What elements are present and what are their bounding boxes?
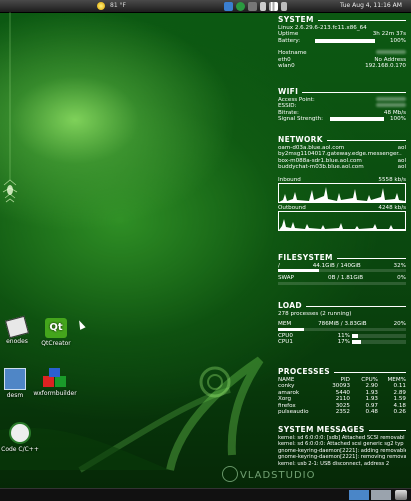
signal-bar xyxy=(329,117,384,122)
processes-section: PROCESSES NAME PID CPU% MEM% conky 30093 2… xyxy=(278,368,406,415)
redacted-value xyxy=(376,103,406,108)
wifi-section: WIFI Access Point: ESSID: Bitrate: 48 Mb/… xyxy=(278,88,406,123)
cpu1-bar xyxy=(352,340,406,345)
network-section: NETWORK oam-d03a.blue.aol.com aol by2msg1… xyxy=(278,136,406,232)
process-cell: 2352 xyxy=(335,408,350,415)
vladstudio-logo-icon xyxy=(222,466,238,482)
redacted-value xyxy=(376,97,406,101)
section-title: FILESYSTEM xyxy=(278,254,406,263)
cpu1-row: CPU1 17% xyxy=(278,339,406,345)
section-title: LOAD xyxy=(278,302,406,311)
system-message-line: kernel: usb 2-1: USB disconnect, address… xyxy=(278,460,390,467)
desktop-icon-label: Code C/C++ xyxy=(1,446,39,453)
filesystem-section: FILESYSTEM /44.1GiB / 140GiB 32% SWAP 0B /… xyxy=(278,254,406,285)
desktop-icon-desm[interactable]: desm xyxy=(0,368,30,399)
battery-bar xyxy=(315,38,376,43)
workspace-1-button[interactable] xyxy=(349,490,369,500)
section-title: PROCESSES xyxy=(278,368,406,377)
bottom-panel xyxy=(0,488,411,501)
desktop-icon-wxformbuilder[interactable]: wxformbuilder xyxy=(30,368,80,397)
signal-row: Signal Strength: 100% xyxy=(278,116,406,123)
desktop-icon-label: desm xyxy=(6,392,24,399)
redacted-value xyxy=(376,50,406,55)
cpu0-bar xyxy=(352,333,406,338)
section-title: WIFI xyxy=(278,88,406,97)
process-row: pulseaudio 2352 0.48 0.26 xyxy=(278,409,406,415)
load-section: LOAD 278 processes (2 running) MEM 786MiB… xyxy=(278,302,406,346)
desktop-icon-label: QtCreator xyxy=(41,340,71,347)
qt-logo-icon: Qt xyxy=(45,318,67,338)
system-messages-section: SYSTEM MESSAGES kernel: sd 6:0:0:0: [sdb… xyxy=(278,426,406,467)
workspace-2-button[interactable] xyxy=(371,490,391,500)
swap-bar xyxy=(278,281,406,285)
desktop-icon-enodes[interactable]: enodes xyxy=(0,315,34,345)
section-title: NETWORK xyxy=(278,136,406,145)
code-editor-icon xyxy=(9,422,31,444)
conky-panel: SYSTEM Linux 2.6.29.6-213.fc11.x86_64 Up… xyxy=(278,12,408,488)
document-icon xyxy=(5,315,29,339)
process-cell: pulseaudio xyxy=(278,408,309,415)
process-cell: 0.26 xyxy=(393,408,406,415)
section-title: SYSTEM MESSAGES xyxy=(278,426,406,435)
outbound-graph xyxy=(278,211,406,232)
process-cell: 0.48 xyxy=(365,408,378,415)
trash-icon[interactable] xyxy=(395,490,407,500)
desktop-icon-label: wxformbuilder xyxy=(33,390,77,397)
mem-bar xyxy=(278,327,406,331)
section-title: SYSTEM xyxy=(278,16,406,25)
wlan0-row: wlan0 192.168.0.170 xyxy=(278,62,406,69)
system-section: SYSTEM Linux 2.6.29.6-213.fc11.x86_64 Up… xyxy=(278,16,406,69)
desktop-icon-qtcreator[interactable]: Qt QtCreator xyxy=(36,318,76,347)
network-diagram-icon xyxy=(4,368,26,390)
inbound-graph xyxy=(278,182,406,203)
blocks-icon xyxy=(43,368,67,388)
desktop-icon-code[interactable]: Code C/C++ xyxy=(0,422,40,453)
desktop-icon-label: enodes xyxy=(6,338,28,345)
